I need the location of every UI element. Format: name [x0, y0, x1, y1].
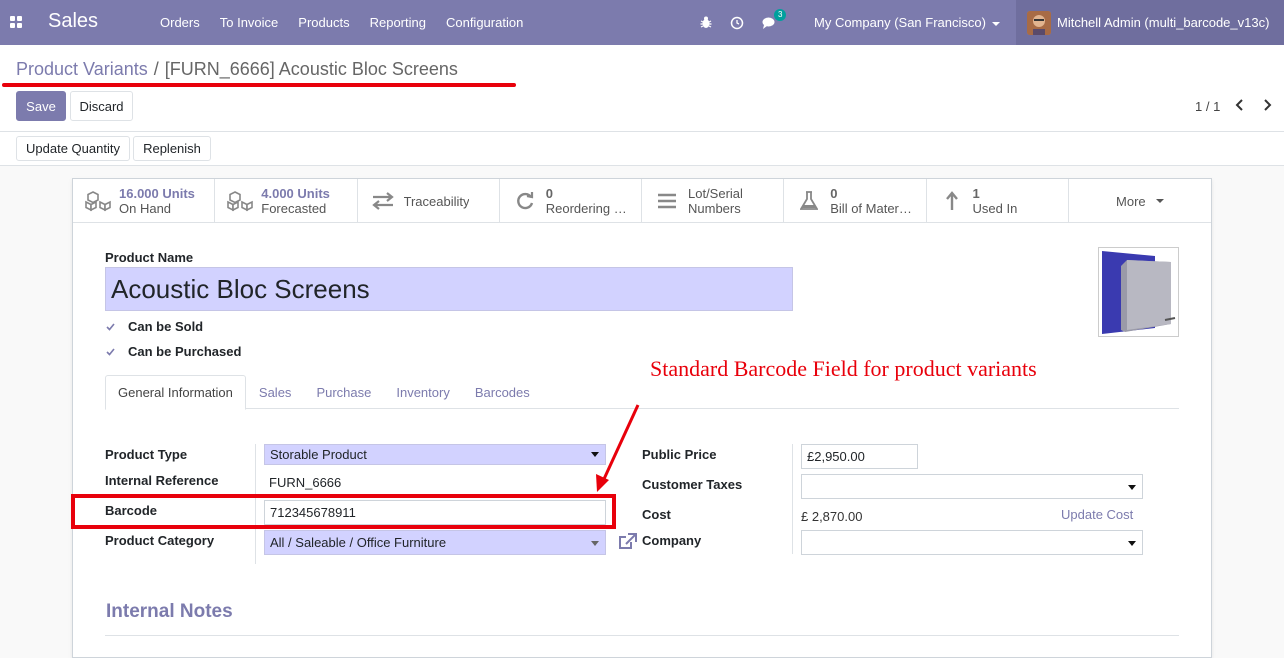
annotation-arrow: [596, 404, 640, 492]
